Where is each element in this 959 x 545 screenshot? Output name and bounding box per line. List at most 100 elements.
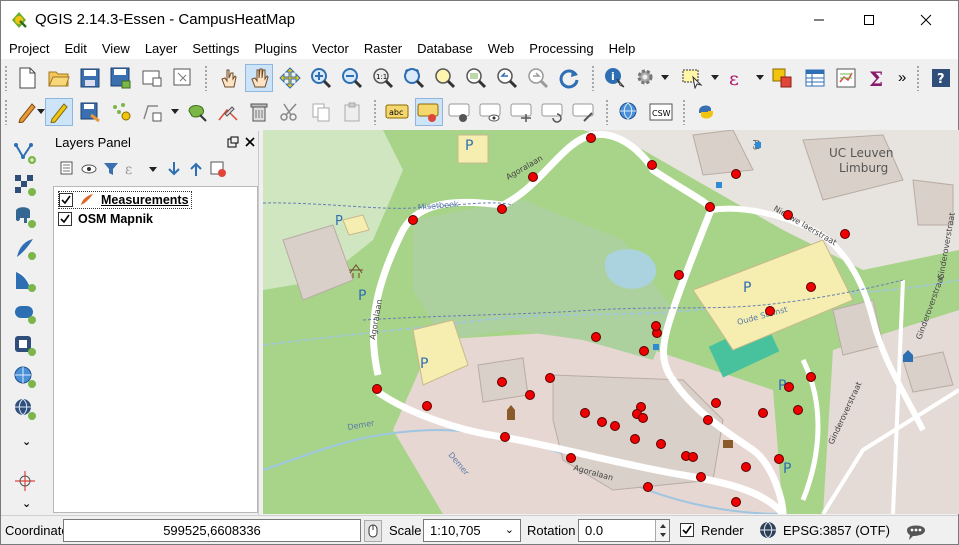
refresh-button[interactable] [555,64,583,92]
filter-dropdown-arrow[interactable] [149,167,157,172]
new-print-composer-button[interactable] [138,64,166,92]
menu-processing[interactable]: Processing [521,39,600,59]
zoom-to-selection-button[interactable] [431,64,459,92]
select-dropdown-arrow[interactable] [711,75,719,80]
zoom-in-button[interactable] [307,64,335,92]
add-feature-button[interactable] [107,98,135,126]
filter-legend-icon[interactable] [102,160,120,178]
spinbox-arrows[interactable] [655,520,669,541]
run-feature-action-button[interactable] [632,64,660,92]
toolbar-overflow-button[interactable]: » [898,69,906,86]
toolbar-grip[interactable] [204,65,208,91]
composer-manager-button[interactable] [169,64,197,92]
add-vector-layer-button[interactable] [11,139,39,167]
add-postgis-layer-button[interactable] [11,203,39,231]
toggle-editing-button[interactable] [45,98,73,126]
close-panel-icon[interactable] [244,136,256,148]
add-wfs-layer-button[interactable] [11,363,39,391]
label-show-hide-button[interactable] [477,98,505,126]
identify-features-button[interactable]: i [601,64,629,92]
add-raster-layer-button[interactable] [11,171,39,199]
add-group-icon[interactable] [58,160,76,178]
remove-layer-icon[interactable] [209,160,227,178]
open-attribute-table-button[interactable] [801,64,829,92]
select-by-expression-button[interactable]: ε [723,64,751,92]
toolbar-grip[interactable] [373,99,377,125]
delete-selected-button[interactable] [245,98,273,126]
map-canvas[interactable]: Agoralaan Agoralaan Agoralaan Misetbeek … [263,130,959,514]
float-panel-icon[interactable] [227,136,239,148]
move-feature-button[interactable] [138,98,166,126]
zoom-last-button[interactable] [493,64,521,92]
rotation-spinbox[interactable]: 0.0 [578,519,670,542]
layer-item-osm-mapnik[interactable]: OSM Mapnik [58,210,153,228]
menu-database[interactable]: Database [409,39,480,59]
collapse-all-icon[interactable] [187,160,205,178]
save-layer-edits-button[interactable] [76,98,104,126]
messages-speech-bubble-icon[interactable] [905,521,927,541]
menu-help[interactable]: Help [601,39,643,59]
add-coordinate-capture-button[interactable] [11,467,39,495]
menu-project[interactable]: Project [1,39,56,59]
close-button[interactable] [903,1,949,39]
toolbar-grip[interactable] [591,65,595,91]
crs-globe-icon[interactable] [759,521,777,539]
save-project-button[interactable] [76,64,104,92]
zoom-actual-size-button[interactable]: 1:1 [369,64,397,92]
menu-web[interactable]: Web [480,39,522,59]
pan-map-button[interactable] [245,64,273,92]
add-wcs-layer-button[interactable] [11,395,39,423]
scale-combobox[interactable]: 1:10,705 ⌄ [423,519,521,542]
layer-labeling-button[interactable]: abc [383,98,411,126]
minimize-button[interactable] [796,1,842,39]
node-tool-2-button[interactable] [214,98,242,126]
label-rotate-button[interactable] [539,98,567,126]
field-calculator-button[interactable]: Σ [863,64,891,92]
zoom-out-button[interactable] [338,64,366,92]
label-move-button[interactable] [508,98,536,126]
cut-features-button[interactable] [276,98,304,126]
menu-raster[interactable]: Raster [356,39,409,59]
menu-view[interactable]: View [94,39,137,59]
maximize-button[interactable] [846,1,892,39]
save-as-button[interactable] [107,64,135,92]
new-project-button[interactable] [13,64,41,92]
zoom-next-button[interactable] [524,64,552,92]
expression-dropdown-arrow[interactable] [756,75,764,80]
filter-by-expression-icon[interactable]: ε [124,160,146,178]
add-oracle-layer-button[interactable] [11,331,39,359]
deselect-all-button[interactable] [768,64,796,92]
zoom-to-layer-button[interactable] [462,64,490,92]
help-button[interactable]: ? [927,64,955,92]
label-highlight-button[interactable] [446,98,474,126]
label-change-button[interactable] [570,98,598,126]
coordinate-field[interactable]: 599525,6608336 [63,519,361,542]
toolbar-grip[interactable] [4,99,8,125]
expand-all-icon[interactable] [165,160,183,178]
statistical-summary-button[interactable] [832,64,860,92]
python-console-button[interactable] [692,98,720,126]
menu-plugins[interactable]: Plugins [246,39,304,59]
open-project-button[interactable] [45,64,73,92]
action-dropdown-arrow[interactable] [661,75,669,80]
layer-visibility-checkbox[interactable] [58,212,72,226]
select-features-button[interactable] [678,64,706,92]
toolbar-grip[interactable] [916,65,920,91]
label-pin-button[interactable] [415,98,443,126]
toolbar-grip[interactable] [682,99,686,125]
add-spatialite-layer-button[interactable] [11,235,39,263]
layer-item-measurements[interactable]: Measurements [58,191,192,209]
menu-layer[interactable]: Layer [137,39,185,59]
left-toolbar-overflow-button-2[interactable]: ⌄ [22,497,31,510]
zoom-full-button[interactable] [400,64,428,92]
pan-to-selection-button[interactable] [276,64,304,92]
edits-dropdown-arrow[interactable] [37,109,45,114]
menu-vector[interactable]: Vector [304,39,356,59]
left-toolbar-overflow-button[interactable]: ⌄ [22,435,31,448]
layer-visibility-checkbox[interactable] [59,193,73,207]
add-wms-layer-button[interactable] [11,267,39,295]
crs-label[interactable]: EPSG:3857 (OTF) [783,523,890,538]
node-tool-button[interactable] [183,98,211,126]
touch-zoom-button[interactable] [214,64,242,92]
toolbar-grip[interactable] [605,99,609,125]
